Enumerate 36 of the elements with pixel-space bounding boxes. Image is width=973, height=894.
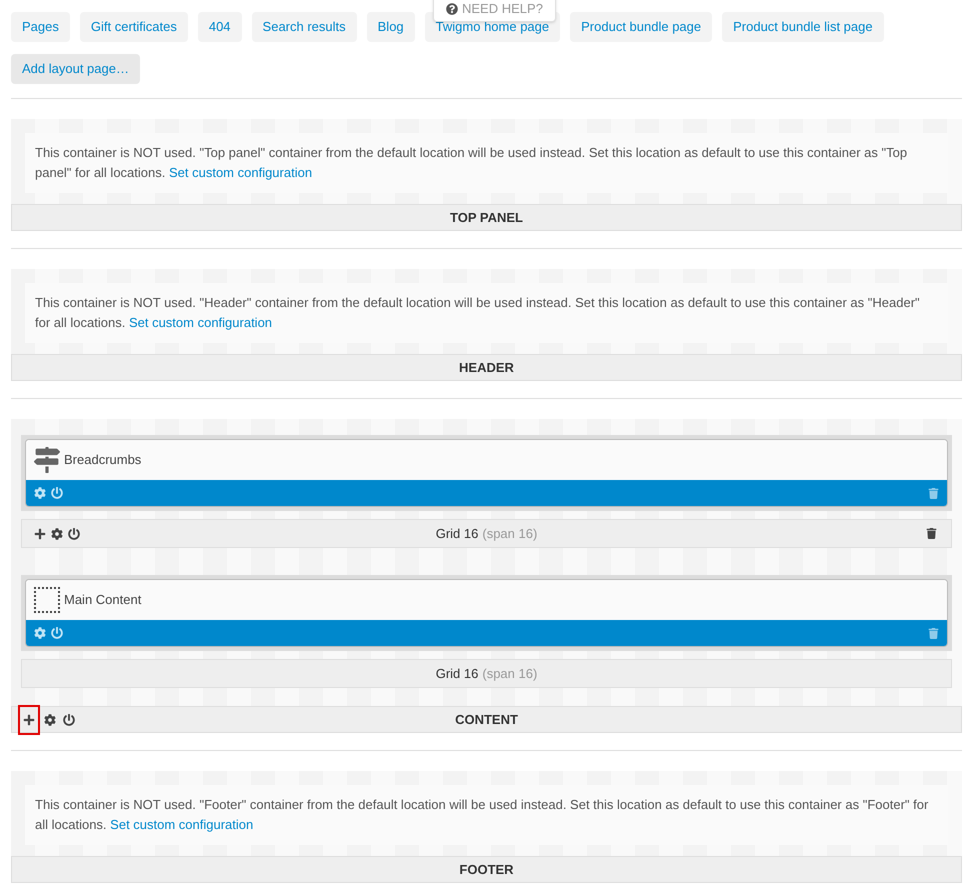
settings-icon[interactable] <box>44 714 56 726</box>
custom-configuration-link[interactable]: Set custom configuration <box>168 165 312 180</box>
layout-tab[interactable]: Pages <box>11 12 70 42</box>
layout-tab[interactable]: Gift certificates <box>80 12 188 42</box>
add-icon[interactable] <box>34 528 46 540</box>
notice-text: This container is NOT used. "Header" container from the default location will be used instead. Set this location as default to use this container as "Header" for all locations. Set custom configuration <box>35 294 921 332</box>
grid-span: (span 16) <box>482 664 538 683</box>
settings-icon[interactable] <box>51 528 63 540</box>
layout-tab[interactable]: Search results <box>252 12 357 42</box>
add-button[interactable] <box>18 704 40 734</box>
help-icon <box>446 3 458 15</box>
placeholder-icon <box>34 587 60 613</box>
power-icon[interactable] <box>68 528 80 540</box>
notice-text: This container is NOT used. "Footer" container from the default location will be used instead. Set this location as default to use this container as "Footer" for all locations. Set custom configuration <box>35 796 930 834</box>
block-name: Breadcrumbs <box>64 451 142 470</box>
grid-title: Grid 16 <box>436 664 478 683</box>
container-title: FOOTER <box>459 860 514 879</box>
container-title: CONTENT <box>455 710 518 729</box>
layout-tab[interactable]: Product bundle list page <box>722 12 884 42</box>
block-name: Main Content <box>64 591 142 610</box>
container-title: TOP PANEL <box>450 208 523 227</box>
notice-text: This container is NOT used. "Top panel" container from the default location will be used instead. Set this location as default to use this container as "Top panel" for all locations. Set custom configuration <box>35 144 908 182</box>
grid-span: (span 16) <box>482 524 538 543</box>
layout-tab[interactable]: Product bundle page <box>570 12 712 42</box>
layout-tab[interactable]: 404 <box>198 12 242 42</box>
plus-icon <box>23 714 35 726</box>
power-icon[interactable] <box>63 714 75 726</box>
add-layout-button[interactable]: Add layout page… <box>11 54 140 84</box>
trash-icon[interactable] <box>926 528 937 539</box>
signpost-icon <box>34 447 60 473</box>
grid-title: Grid 16 <box>436 524 478 543</box>
container-title: HEADER <box>459 358 514 377</box>
help-tooltip[interactable]: NEED HELP? <box>433 0 556 22</box>
custom-configuration-link[interactable]: Set custom configuration <box>128 315 272 330</box>
custom-configuration-link[interactable]: Set custom configuration <box>110 817 254 832</box>
layout-tab[interactable]: Blog <box>366 12 415 42</box>
